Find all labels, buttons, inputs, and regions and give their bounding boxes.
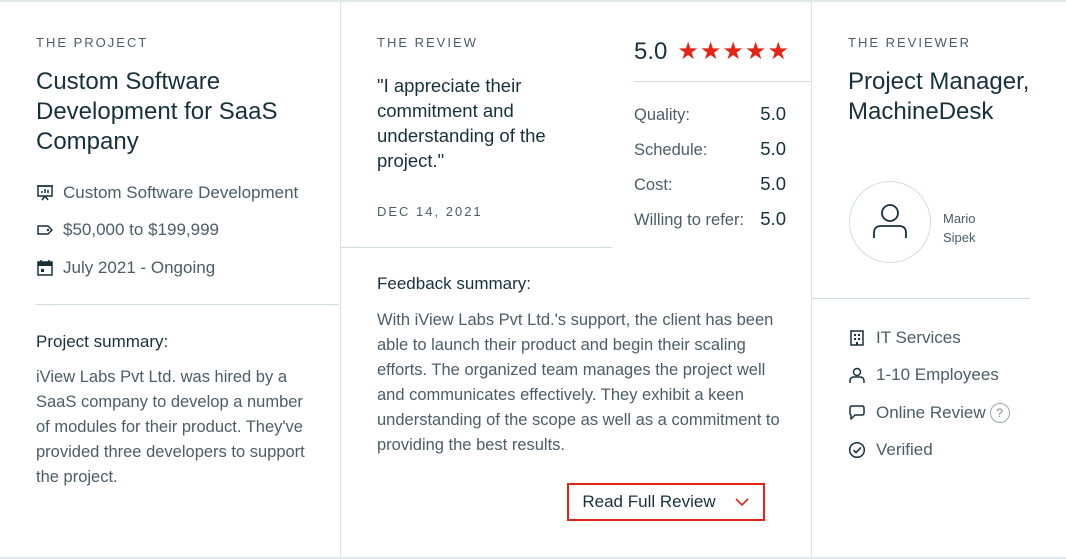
score-row-cost: Cost: 5.0 xyxy=(634,173,786,195)
reviewer-size-row: 1-10 Employees xyxy=(848,365,999,385)
score-label: Cost: xyxy=(634,176,673,194)
overall-rating-value: 5.0 xyxy=(634,38,668,65)
score-label: Quality: xyxy=(634,106,690,124)
project-divider xyxy=(36,304,339,305)
review-card: THE PROJECT Custom Software Development … xyxy=(0,0,1066,559)
reviewer-eyebrow: THE REVIEWER xyxy=(848,35,971,50)
score-value: 5.0 xyxy=(760,138,786,159)
reviewer-industry-row: IT Services xyxy=(848,328,961,348)
score-value: 5.0 xyxy=(760,173,786,194)
price-tag-icon xyxy=(36,221,54,239)
feedback-summary-label: Feedback summary: xyxy=(377,274,531,293)
project-service: Custom Software Development xyxy=(63,183,299,202)
score-label: Willing to refer: xyxy=(634,211,745,229)
reviewer-title: Project Manager, MachineDesk xyxy=(848,68,1030,125)
check-circle-icon xyxy=(848,441,866,459)
star-icon: ★ xyxy=(699,38,722,65)
project-timeline: July 2021 - Ongoing xyxy=(63,258,216,277)
presentation-icon xyxy=(36,184,54,202)
score-value: 5.0 xyxy=(760,208,786,229)
score-value: 5.0 xyxy=(760,103,786,124)
feedback-summary: With iView Labs Pvt Ltd.'s support, the … xyxy=(377,311,780,454)
star-icon: ★ xyxy=(722,38,744,65)
user-icon xyxy=(870,200,910,245)
star-icon: ★ xyxy=(767,38,789,65)
project-budget-row: $50,000 to $199,999 xyxy=(36,220,219,240)
review-date: DEC 14, 2021 xyxy=(377,204,483,219)
reviewer-verified-row: Verified xyxy=(848,440,933,460)
project-title: Custom Software Development for SaaS Com… xyxy=(36,68,278,155)
avatar xyxy=(849,181,931,263)
reviewer-column: THE REVIEWER Project Manager, MachineDes… xyxy=(811,2,1066,557)
overall-rating: 5.0 ★ ★ ★ ★ ★ xyxy=(634,38,790,66)
reviewer-review-type: Online Review xyxy=(876,403,986,422)
star-icon: ★ xyxy=(677,38,699,65)
chevron-down-icon xyxy=(734,497,750,507)
project-eyebrow: THE PROJECT xyxy=(36,35,149,50)
project-service-row: Custom Software Development xyxy=(36,183,298,203)
reviewer-industry: IT Services xyxy=(876,328,961,347)
help-icon[interactable]: ? xyxy=(989,403,1010,423)
reviewer-name: Mario Sipek xyxy=(943,211,976,245)
calendar-icon xyxy=(36,259,54,277)
project-summary-label: Project summary: xyxy=(36,332,169,351)
reviewer-divider xyxy=(812,298,1030,299)
reviewer-size: 1-10 Employees xyxy=(876,365,999,384)
project-timeline-row: July 2021 - Ongoing xyxy=(36,258,215,278)
read-full-review-label: Read Full Review xyxy=(582,492,716,511)
review-divider xyxy=(341,247,612,248)
reviewer-verified: Verified xyxy=(876,440,933,459)
review-column: THE REVIEW "I appreciate their commitmen… xyxy=(340,2,812,557)
star-icon: ★ xyxy=(744,38,767,65)
review-quote: "I appreciate their commitment and under… xyxy=(377,75,546,171)
score-label: Schedule: xyxy=(634,141,708,159)
score-row-quality: Quality: 5.0 xyxy=(634,103,786,125)
speech-bubble-icon xyxy=(848,404,866,422)
score-row-refer: Willing to refer: 5.0 xyxy=(634,208,786,230)
review-eyebrow: THE REVIEW xyxy=(377,35,478,50)
read-full-review-button[interactable]: Read Full Review xyxy=(567,483,765,521)
star-rating: ★ ★ ★ ★ ★ xyxy=(677,40,790,64)
building-icon xyxy=(848,329,866,347)
project-column: THE PROJECT Custom Software Development … xyxy=(0,2,340,557)
person-icon xyxy=(848,366,866,384)
rating-divider xyxy=(634,81,811,82)
project-budget: $50,000 to $199,999 xyxy=(63,220,219,239)
score-row-schedule: Schedule: 5.0 xyxy=(634,138,786,160)
project-summary: iView Labs Pvt Ltd. was hired by a SaaS … xyxy=(36,368,305,486)
reviewer-review-type-row: Online Review ? xyxy=(848,403,1010,423)
